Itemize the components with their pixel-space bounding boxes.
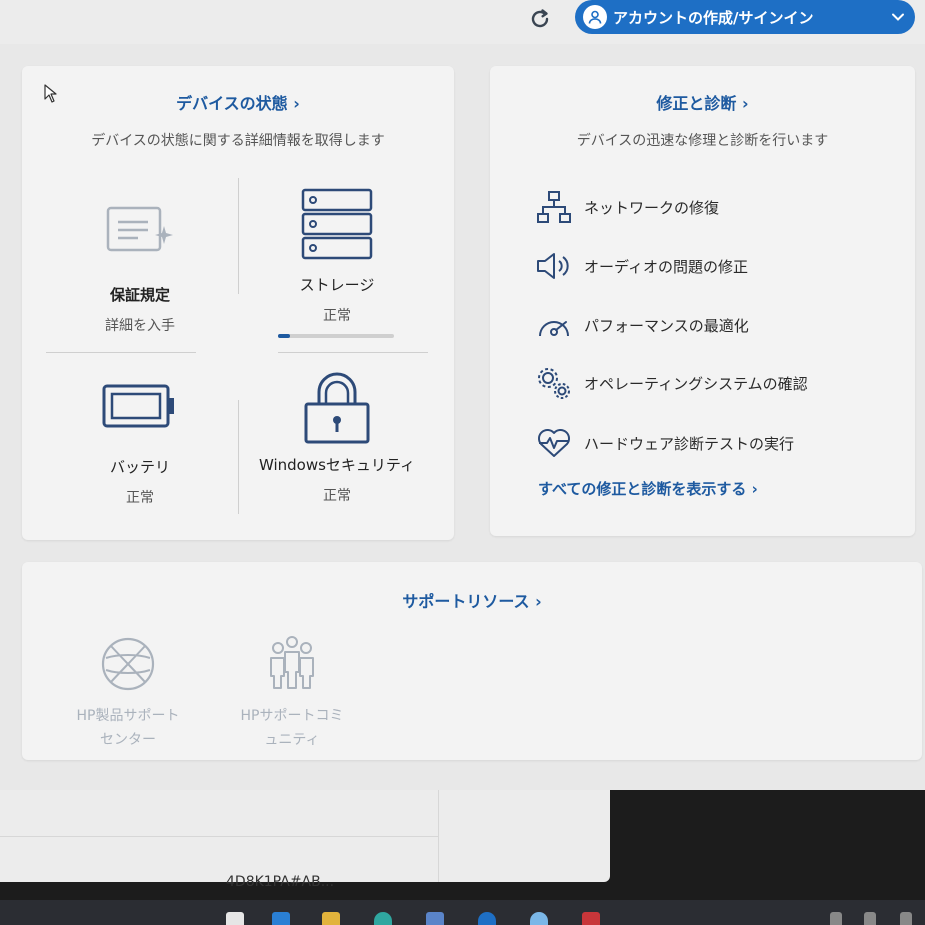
taskbar-app-icon[interactable] xyxy=(272,912,290,925)
taskbar xyxy=(0,900,925,925)
warranty-value: 詳細を入手 xyxy=(105,318,175,334)
account-signin-label: アカウントの作成/サインイン xyxy=(613,8,814,27)
storage-usage-fill xyxy=(278,334,290,338)
speaker-icon xyxy=(537,253,569,279)
fix-diagnose-title[interactable]: 修正と診断 › xyxy=(490,90,915,114)
storage-value: 正常 xyxy=(323,308,351,324)
fix-item-os-check[interactable]: オペレーティングシステムの確認 xyxy=(536,366,896,400)
windows-security-name: Windowsセキュリティ xyxy=(258,456,416,474)
windows-security-tile[interactable]: Windowsセキュリティ 正常 xyxy=(246,370,428,505)
device-status-subtitle: デバイスの状態に関する詳細情報を取得します xyxy=(91,133,385,149)
battery-name: バッテリ xyxy=(109,458,170,476)
fix-item-hardware-test[interactable]: ハードウェア診断テストの実行 xyxy=(536,426,896,460)
refresh-button[interactable] xyxy=(526,5,554,33)
refresh-icon xyxy=(531,9,549,28)
battery-value: 正常 xyxy=(126,490,154,506)
support-center-tile[interactable]: HP製品サポート センター xyxy=(58,634,198,752)
taskbar-hp-icon[interactable] xyxy=(478,912,496,925)
tray-icon[interactable] xyxy=(830,912,842,925)
community-tile[interactable]: HPサポートコミ ュニティ xyxy=(222,634,362,752)
background-window: 4D8K1PA#AB... xyxy=(0,790,610,890)
chevron-down-icon xyxy=(892,13,904,21)
warranty-document-icon xyxy=(106,206,173,252)
support-resources-title[interactable]: サポートリソース › xyxy=(22,588,922,612)
lock-icon xyxy=(304,372,370,444)
divider xyxy=(238,400,239,514)
warranty-tile[interactable]: 保証規定 詳細を入手 xyxy=(66,202,214,335)
taskbar-browser-icon[interactable] xyxy=(374,912,392,925)
gears-icon xyxy=(538,368,570,399)
network-icon xyxy=(537,191,571,223)
app-window: アカウントの作成/サインイン デバイスの状態 › デバイスの状態に関する詳細情報… xyxy=(0,0,925,790)
community-label-1: HPサポートコミ xyxy=(240,708,344,724)
account-signin-button[interactable]: アカウントの作成/サインイン xyxy=(575,0,915,34)
fix-item-label: ネットワークの修復 xyxy=(584,198,720,217)
taskbar-app-icon[interactable] xyxy=(226,912,244,925)
device-status-title[interactable]: デバイスの状態 › xyxy=(22,90,454,114)
speedometer-icon xyxy=(539,321,569,337)
fix-item-network[interactable]: ネットワークの修復 xyxy=(536,190,896,224)
storage-tile[interactable]: ストレージ 正常 xyxy=(262,188,412,325)
warranty-name: 保証規定 xyxy=(109,286,170,304)
taskbar-folder-icon[interactable] xyxy=(322,912,340,925)
fix-item-label: オーディオの問題の修正 xyxy=(584,257,748,276)
divider xyxy=(0,836,438,837)
mouse-cursor-icon xyxy=(44,84,57,103)
support-center-label-1: HP製品サポート xyxy=(76,708,180,724)
tray-icon[interactable] xyxy=(900,912,912,925)
fix-item-performance[interactable]: パフォーマンスの最適化 xyxy=(536,308,896,342)
taskbar-store-icon[interactable] xyxy=(426,912,444,925)
storage-name: ストレージ xyxy=(299,276,375,294)
all-fixes-link[interactable]: すべての修正と診断を表示する › xyxy=(538,478,758,499)
community-icon xyxy=(270,636,314,689)
storage-usage-bar xyxy=(278,334,394,338)
support-center-label-2: センター xyxy=(100,732,156,748)
fix-item-label: ハードウェア診断テストの実行 xyxy=(584,434,795,453)
divider xyxy=(238,178,239,294)
community-label-2: ュニティ xyxy=(264,732,320,748)
taskbar-mcafee-icon[interactable] xyxy=(582,912,600,925)
fix-item-label: パフォーマンスの最適化 xyxy=(584,316,749,335)
divider xyxy=(278,352,428,353)
device-status-card: デバイスの状態 › デバイスの状態に関する詳細情報を取得します 保証規定 詳細を… xyxy=(22,66,454,540)
windows-security-value: 正常 xyxy=(323,488,351,504)
background-window-text: 4D8K1PA#AB... xyxy=(226,874,335,890)
heartbeat-icon xyxy=(538,429,570,457)
tray-icon[interactable] xyxy=(864,912,876,925)
fix-item-audio[interactable]: オーディオの問題の修正 xyxy=(536,249,896,283)
divider xyxy=(46,352,196,353)
top-bar: アカウントの作成/サインイン xyxy=(0,0,925,44)
fix-item-label: オペレーティングシステムの確認 xyxy=(584,374,808,393)
user-icon xyxy=(583,5,607,29)
taskbar-support-icon[interactable] xyxy=(530,912,548,925)
storage-icon xyxy=(301,188,373,260)
battery-tile[interactable]: バッテリ 正常 xyxy=(66,382,214,507)
fix-diagnose-card: 修正と診断 › デバイスの迅速な修理と診断を行います ネットワークの修復 オーデ… xyxy=(490,66,915,536)
divider xyxy=(438,790,439,882)
fix-diagnose-subtitle: デバイスの迅速な修理と診断を行います xyxy=(576,133,829,149)
support-resources-card: サポートリソース › HP製品サポート センター HPサポートコミ ュニティ xyxy=(22,562,922,760)
globe-icon xyxy=(101,637,155,691)
battery-icon xyxy=(102,384,174,428)
